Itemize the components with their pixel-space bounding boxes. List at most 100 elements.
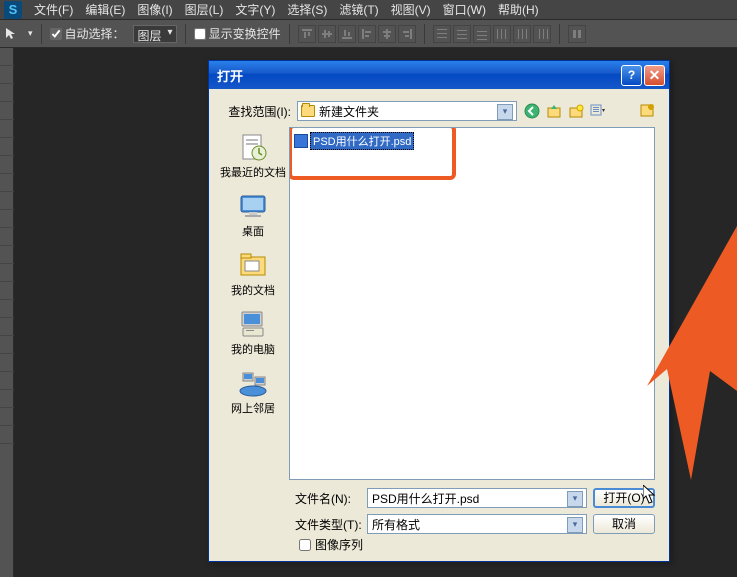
filetype-label: 文件类型(T): (295, 516, 361, 533)
menu-edit[interactable]: 编辑(E) (79, 1, 131, 18)
place-mycomputer[interactable]: 我的电脑 (224, 306, 282, 359)
lookin-select[interactable]: 新建文件夹 (297, 101, 517, 121)
close-button[interactable]: ✕ (644, 65, 665, 86)
network-icon (237, 367, 269, 399)
show-transform-checkbox[interactable]: 显示变换控件 (194, 25, 281, 42)
place-recent[interactable]: 我最近的文档 (224, 129, 282, 182)
place-network[interactable]: 网上邻居 (224, 365, 282, 418)
dialog-title: 打开 (217, 66, 619, 85)
distribute-bottom-icon[interactable] (473, 25, 491, 43)
place-label: 网上邻居 (231, 400, 275, 416)
tool-slot[interactable] (0, 156, 14, 174)
move-tool-icon (4, 26, 20, 42)
tool-slot[interactable] (0, 336, 14, 354)
distribute-top-icon[interactable] (433, 25, 451, 43)
image-sequence-checkbox[interactable] (299, 539, 311, 551)
tool-slot[interactable] (0, 246, 14, 264)
menu-select[interactable]: 选择(S) (281, 1, 333, 18)
tool-slot[interactable] (0, 120, 14, 138)
distribute-vcenter-icon[interactable] (453, 25, 471, 43)
favorites-icon[interactable] (639, 102, 655, 121)
tool-slot[interactable] (0, 66, 14, 84)
filename-input[interactable]: PSD用什么打开.psd (367, 488, 587, 508)
place-desktop[interactable]: 桌面 (224, 188, 282, 241)
filetype-select[interactable]: 所有格式 (367, 514, 587, 534)
options-bar: ▾ 自动选择： 图层 显示变换控件 (0, 20, 737, 48)
new-folder-icon[interactable] (567, 102, 585, 120)
file-name: PSD用什么打开.psd (310, 132, 414, 150)
open-dialog: 打开 ? ✕ 查找范围(I): 新建文件夹 我最近的文档 (208, 60, 670, 562)
cursor-icon (643, 485, 657, 505)
recent-docs-icon (237, 131, 269, 163)
tool-slot[interactable] (0, 426, 14, 444)
align-right-icon[interactable] (398, 25, 416, 43)
tool-slot[interactable] (0, 102, 14, 120)
psd-file-icon (294, 134, 308, 148)
align-group-1 (298, 25, 416, 43)
menu-help[interactable]: 帮助(H) (492, 1, 545, 18)
dialog-titlebar[interactable]: 打开 ? ✕ (209, 61, 669, 89)
desktop-icon (237, 190, 269, 222)
tool-sidebar (0, 48, 14, 577)
places-bar: 我最近的文档 桌面 我的文档 我的电脑 网上邻居 (223, 127, 283, 480)
ps-logo: S (4, 1, 22, 19)
auto-align-icon[interactable] (568, 25, 586, 43)
tool-slot[interactable] (0, 300, 14, 318)
tool-slot[interactable] (0, 282, 14, 300)
computer-icon (237, 308, 269, 340)
distribute-left-icon[interactable] (493, 25, 511, 43)
align-top-icon[interactable] (298, 25, 316, 43)
tool-slot[interactable] (0, 174, 14, 192)
menu-image[interactable]: 图像(I) (131, 1, 178, 18)
tool-slot[interactable] (0, 84, 14, 102)
place-label: 我最近的文档 (220, 164, 286, 180)
tool-slot[interactable] (0, 390, 14, 408)
distribute-hcenter-icon[interactable] (513, 25, 531, 43)
auto-select-checkbox[interactable]: 自动选择： (50, 25, 125, 42)
dropdown-arrow-icon[interactable]: ▾ (28, 28, 33, 39)
tool-slot[interactable] (0, 318, 14, 336)
filename-label: 文件名(N): (295, 490, 361, 507)
tool-slot[interactable] (0, 210, 14, 228)
tool-slot[interactable] (0, 138, 14, 156)
menu-type[interactable]: 文字(Y) (229, 1, 281, 18)
menu-filter[interactable]: 滤镜(T) (333, 1, 384, 18)
align-bottom-icon[interactable] (338, 25, 356, 43)
distribute-group (433, 25, 551, 43)
cancel-button[interactable]: 取消 (593, 514, 655, 534)
tool-slot[interactable] (0, 228, 14, 246)
place-label: 我的文档 (231, 282, 275, 298)
folder-icon (301, 105, 315, 117)
tool-slot[interactable] (0, 408, 14, 426)
help-button[interactable]: ? (621, 65, 642, 86)
place-label: 桌面 (242, 223, 264, 239)
tool-slot[interactable] (0, 48, 14, 66)
file-list-area[interactable]: PSD用什么打开.psd (289, 127, 655, 480)
image-sequence-label: 图像序列 (315, 536, 363, 553)
align-left-icon[interactable] (358, 25, 376, 43)
layer-select[interactable]: 图层 (133, 25, 177, 43)
place-mydocs[interactable]: 我的文档 (224, 247, 282, 300)
distribute-right-icon[interactable] (533, 25, 551, 43)
menu-layer[interactable]: 图层(L) (179, 1, 230, 18)
tool-slot[interactable] (0, 192, 14, 210)
align-vcenter-icon[interactable] (318, 25, 336, 43)
app-menubar: S 文件(F) 编辑(E) 图像(I) 图层(L) 文字(Y) 选择(S) 滤镜… (0, 0, 737, 20)
lookin-label: 查找范围(I): (223, 103, 291, 120)
tool-slot[interactable] (0, 372, 14, 390)
show-transform-label: 显示变换控件 (209, 25, 281, 42)
auto-select-label: 自动选择： (65, 25, 125, 42)
tool-slot[interactable] (0, 354, 14, 372)
tool-slot[interactable] (0, 264, 14, 282)
back-icon[interactable] (523, 102, 541, 120)
place-label: 我的电脑 (231, 341, 275, 357)
up-one-level-icon[interactable] (545, 102, 563, 120)
menu-view[interactable]: 视图(V) (385, 1, 437, 18)
lookin-value: 新建文件夹 (319, 103, 379, 120)
menu-file[interactable]: 文件(F) (28, 1, 79, 18)
file-item[interactable]: PSD用什么打开.psd (294, 132, 414, 150)
align-hcenter-icon[interactable] (378, 25, 396, 43)
view-menu-icon[interactable] (589, 102, 607, 120)
mydocs-icon (237, 249, 269, 281)
menu-window[interactable]: 窗口(W) (437, 1, 492, 18)
